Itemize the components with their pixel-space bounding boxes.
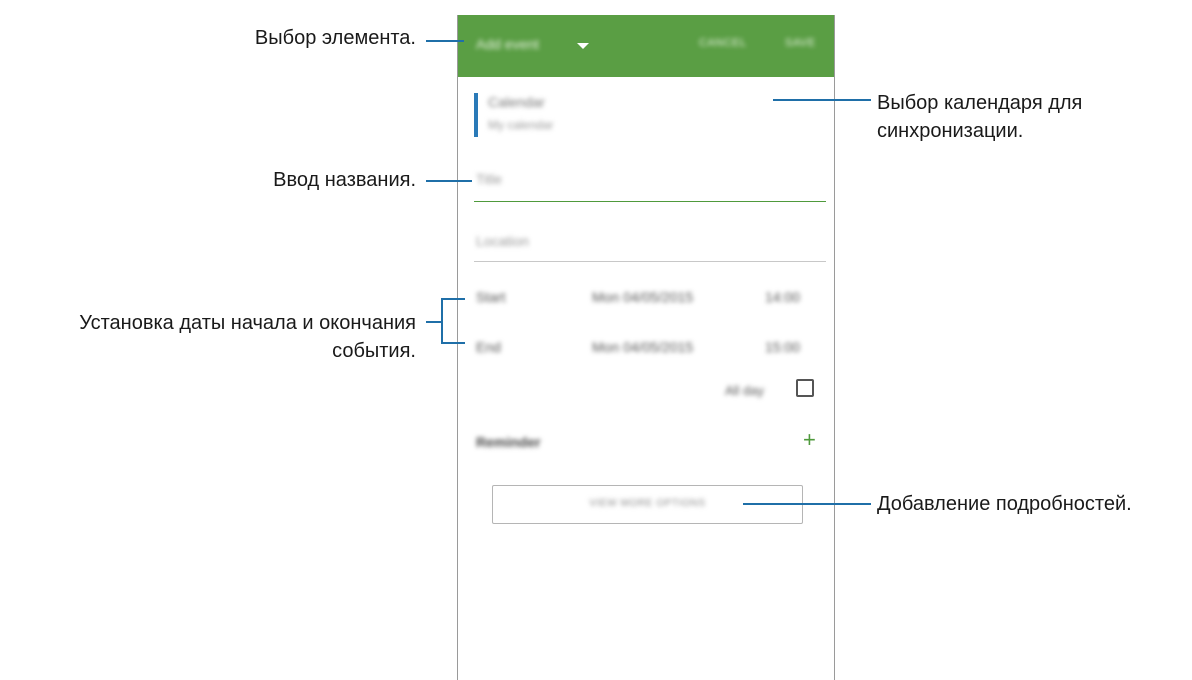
plus-icon[interactable]: + (803, 429, 816, 451)
cancel-button[interactable]: CANCEL (699, 37, 747, 49)
calendar-color-bar (474, 93, 478, 137)
title-underline (474, 201, 826, 202)
all-day-checkbox-icon[interactable] (796, 379, 814, 397)
leader-select-calendar (773, 99, 871, 101)
app-bar: Add event CANCEL SAVE (458, 15, 834, 77)
end-label: End (476, 339, 501, 355)
all-day-label: All day (725, 383, 765, 398)
leader-set-dates-stub (426, 321, 442, 323)
start-date[interactable]: Mon 04/05/2015 (592, 289, 693, 305)
annotation-select-calendar-line2: синхронизации. (877, 120, 1024, 142)
leader-enter-title (426, 180, 472, 182)
start-label: Start (476, 289, 506, 305)
calendar-account[interactable]: My calendar (488, 118, 553, 132)
annotation-enter-title: Ввод названия. (273, 169, 416, 191)
end-date[interactable]: Mon 04/05/2015 (592, 339, 693, 355)
calendar-name[interactable]: Calendar (488, 94, 545, 110)
annotation-set-dates-line2: события. (332, 340, 416, 362)
end-time[interactable]: 15:00 (765, 339, 800, 355)
location-input[interactable]: Location (476, 233, 529, 249)
leader-set-dates-bracket (441, 298, 443, 344)
title-input[interactable]: Title (476, 171, 502, 187)
annotation-set-dates-line1: Установка даты начала и окончания (79, 312, 416, 334)
location-underline (474, 261, 826, 262)
reminder-label: Reminder (476, 434, 541, 450)
save-button[interactable]: SAVE (785, 37, 816, 49)
leader-add-details (743, 503, 871, 505)
annotation-add-details: Добавление подробностей. (877, 493, 1132, 515)
phone-screen: Add event CANCEL SAVE Calendar My calend… (457, 15, 835, 680)
screen-title-dropdown[interactable]: Add event (476, 36, 539, 52)
leader-set-dates-end (441, 342, 465, 344)
chevron-down-icon[interactable] (577, 43, 589, 49)
leader-set-dates-start (441, 298, 465, 300)
leader-select-item (426, 40, 464, 42)
start-time[interactable]: 14:00 (765, 289, 800, 305)
annotation-select-item: Выбор элемента. (254, 27, 416, 49)
annotation-select-calendar-line1: Выбор календаря для (877, 92, 1083, 114)
